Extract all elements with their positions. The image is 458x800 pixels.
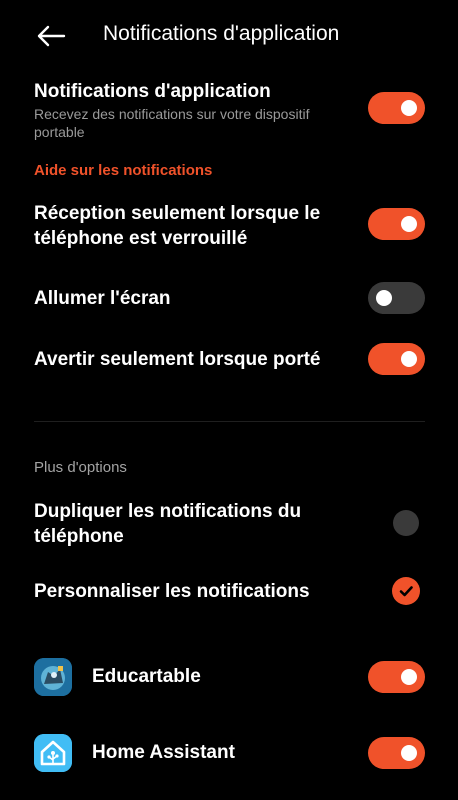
locked-only-label: Réception seulement lorsque le téléphone… — [34, 201, 320, 251]
customize-notifications-radio[interactable] — [392, 577, 420, 605]
checkmark-icon — [399, 586, 413, 597]
home-assistant-app-icon — [34, 734, 72, 772]
app-notifications-description: Recevez des notifications sur votre disp… — [34, 106, 310, 140]
toggle-knob — [401, 351, 417, 367]
duplicate-notifications-label: Dupliquer les notifications du téléphone — [34, 499, 301, 549]
app-name-home-assistant: Home Assistant — [92, 742, 235, 763]
home-assistant-toggle[interactable] — [368, 737, 425, 769]
back-button[interactable] — [34, 22, 68, 50]
app-name-educartable: Educartable — [92, 666, 201, 687]
toggle-knob — [401, 745, 417, 761]
app-notifications-toggle[interactable] — [368, 92, 425, 124]
page-title: Notifications d'application — [103, 22, 340, 45]
wake-screen-toggle[interactable] — [368, 282, 425, 314]
notifications-help-link[interactable]: Aide sur les notifications — [34, 162, 212, 179]
arrow-left-icon — [37, 25, 66, 47]
toggle-knob — [401, 100, 417, 116]
section-divider — [34, 421, 425, 422]
worn-only-toggle[interactable] — [368, 343, 425, 375]
toggle-knob — [401, 216, 417, 232]
duplicate-notifications-radio[interactable] — [393, 510, 419, 536]
locked-only-toggle[interactable] — [368, 208, 425, 240]
toggle-knob — [376, 290, 392, 306]
top-bar: Notifications d'application — [0, 0, 458, 72]
educartable-app-icon — [34, 658, 72, 696]
toggle-knob — [401, 669, 417, 685]
duplicate-label-line1: Dupliquer les notifications du — [34, 501, 302, 522]
customize-notifications-label: Personnaliser les notifications — [34, 581, 310, 602]
locked-only-label-line2: téléphone est verrouillé — [34, 228, 248, 249]
educartable-toggle[interactable] — [368, 661, 425, 693]
app-notifications-label: Notifications d'application — [34, 81, 271, 102]
more-options-header: Plus d'options — [34, 459, 127, 476]
worn-only-label: Avertir seulement lorsque porté — [34, 349, 321, 370]
locked-only-label-line1: Réception seulement lorsque le — [34, 203, 321, 224]
duplicate-label-line2: téléphone — [34, 526, 124, 547]
wake-screen-label: Allumer l'écran — [34, 288, 171, 309]
